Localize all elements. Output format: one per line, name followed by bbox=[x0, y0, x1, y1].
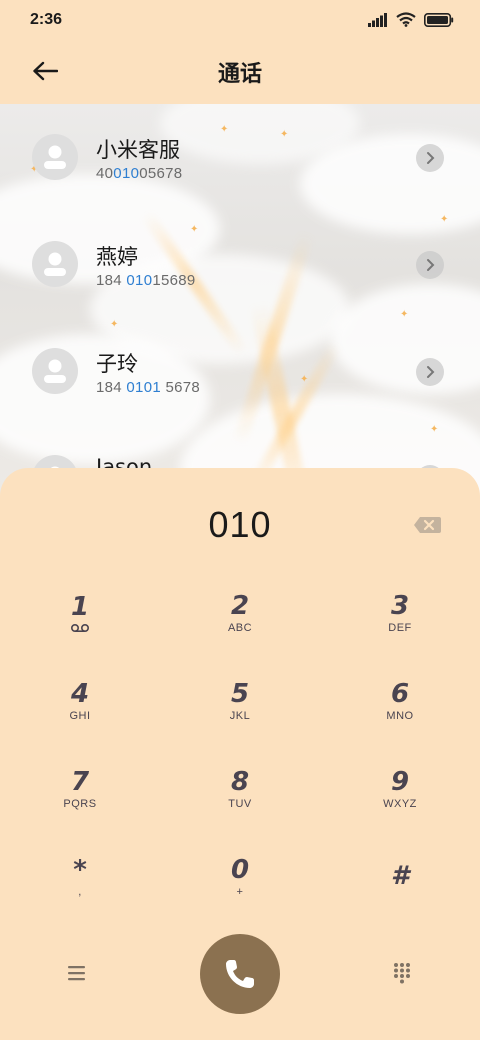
key-1[interactable]: 1 bbox=[20, 578, 140, 648]
signal-icon bbox=[368, 12, 387, 27]
key-0[interactable]: 0 + bbox=[180, 842, 300, 912]
avatar bbox=[32, 134, 78, 180]
key-letters: JKL bbox=[229, 710, 251, 722]
chevron-right-icon bbox=[427, 152, 435, 164]
contact-number: 184 01015689 bbox=[96, 272, 196, 289]
phone-icon bbox=[226, 960, 254, 988]
key-letters: MNO bbox=[386, 710, 414, 722]
backspace-button[interactable] bbox=[410, 512, 444, 538]
dialed-number: 010 bbox=[208, 504, 272, 545]
contact-detail-button[interactable] bbox=[416, 358, 444, 386]
dialpad-icon bbox=[394, 963, 410, 984]
contact-number: 184 0101 5678 bbox=[96, 379, 201, 396]
key-digit: # bbox=[390, 861, 410, 891]
key-digit: 9 bbox=[390, 767, 410, 797]
key-digit: 5 bbox=[230, 679, 250, 709]
key-letters: GHI bbox=[69, 710, 91, 722]
contact-name: 燕婷 bbox=[96, 245, 138, 269]
key-digit: 0 bbox=[230, 855, 250, 885]
key-7[interactable]: 7 PQRS bbox=[20, 754, 140, 824]
battery-icon bbox=[424, 12, 454, 27]
key-hash[interactable]: # bbox=[340, 842, 460, 912]
key-digit: 4 bbox=[70, 679, 90, 709]
contact-row[interactable]: 子玲 184 0101 5678 bbox=[0, 318, 480, 425]
key-3[interactable]: 3 DEF bbox=[340, 578, 460, 648]
key-digit: 8 bbox=[230, 767, 250, 797]
key-letters: DEF bbox=[388, 622, 412, 634]
key-9[interactable]: 9 WXYZ bbox=[340, 754, 460, 824]
key-letters: ABC bbox=[227, 622, 253, 634]
menu-icon bbox=[68, 966, 85, 981]
contact-detail-button[interactable] bbox=[416, 251, 444, 279]
key-digit: 7 bbox=[70, 767, 90, 797]
contact-number: 4001005678 bbox=[96, 165, 183, 182]
backspace-icon bbox=[414, 517, 441, 533]
voicemail-icon bbox=[70, 623, 90, 633]
key-digit: * bbox=[73, 855, 87, 885]
menu-button[interactable] bbox=[66, 964, 88, 986]
key-letters: TUV bbox=[228, 798, 252, 810]
key-6[interactable]: 6 MNO bbox=[340, 666, 460, 736]
contact-name: 子玲 bbox=[96, 352, 138, 376]
key-letters: + bbox=[236, 886, 244, 898]
key-digit: 1 bbox=[70, 592, 90, 622]
dialpad: 010 1 2 ABC 3 DEF 4 GHI 5 JKL 6 MNO 7 PQ… bbox=[0, 468, 480, 1040]
person-icon bbox=[44, 252, 66, 276]
contact-row[interactable]: 小米客服 4001005678 bbox=[0, 104, 480, 211]
contact-row[interactable]: 燕婷 184 01015689 bbox=[0, 211, 480, 318]
chevron-right-icon bbox=[427, 259, 435, 271]
contact-detail-button[interactable] bbox=[416, 144, 444, 172]
key-digit: 6 bbox=[390, 679, 410, 709]
header: 通话 bbox=[0, 40, 480, 104]
person-icon bbox=[44, 359, 66, 383]
key-2[interactable]: 2 ABC bbox=[180, 578, 300, 648]
avatar bbox=[32, 241, 78, 287]
dialpad-toggle-button[interactable] bbox=[392, 962, 412, 988]
key-letters: WXYZ bbox=[383, 798, 417, 810]
chevron-right-icon bbox=[427, 366, 435, 378]
status-icons bbox=[368, 12, 454, 27]
status-bar: 2:36 bbox=[0, 0, 480, 40]
key-digit: 3 bbox=[390, 591, 410, 621]
key-letters: , bbox=[78, 886, 82, 898]
key-star[interactable]: * , bbox=[20, 842, 140, 912]
wifi-icon bbox=[396, 12, 416, 27]
key-4[interactable]: 4 GHI bbox=[20, 666, 140, 736]
key-digit: 2 bbox=[230, 591, 250, 621]
contact-name: 小米客服 bbox=[96, 138, 180, 162]
status-time: 2:36 bbox=[30, 11, 63, 28]
key-letters: PQRS bbox=[63, 798, 97, 810]
key-5[interactable]: 5 JKL bbox=[180, 666, 300, 736]
call-button[interactable] bbox=[200, 934, 280, 1014]
person-icon bbox=[44, 145, 66, 169]
page-title: 通话 bbox=[217, 62, 262, 87]
key-8[interactable]: 8 TUV bbox=[180, 754, 300, 824]
avatar bbox=[32, 348, 78, 394]
